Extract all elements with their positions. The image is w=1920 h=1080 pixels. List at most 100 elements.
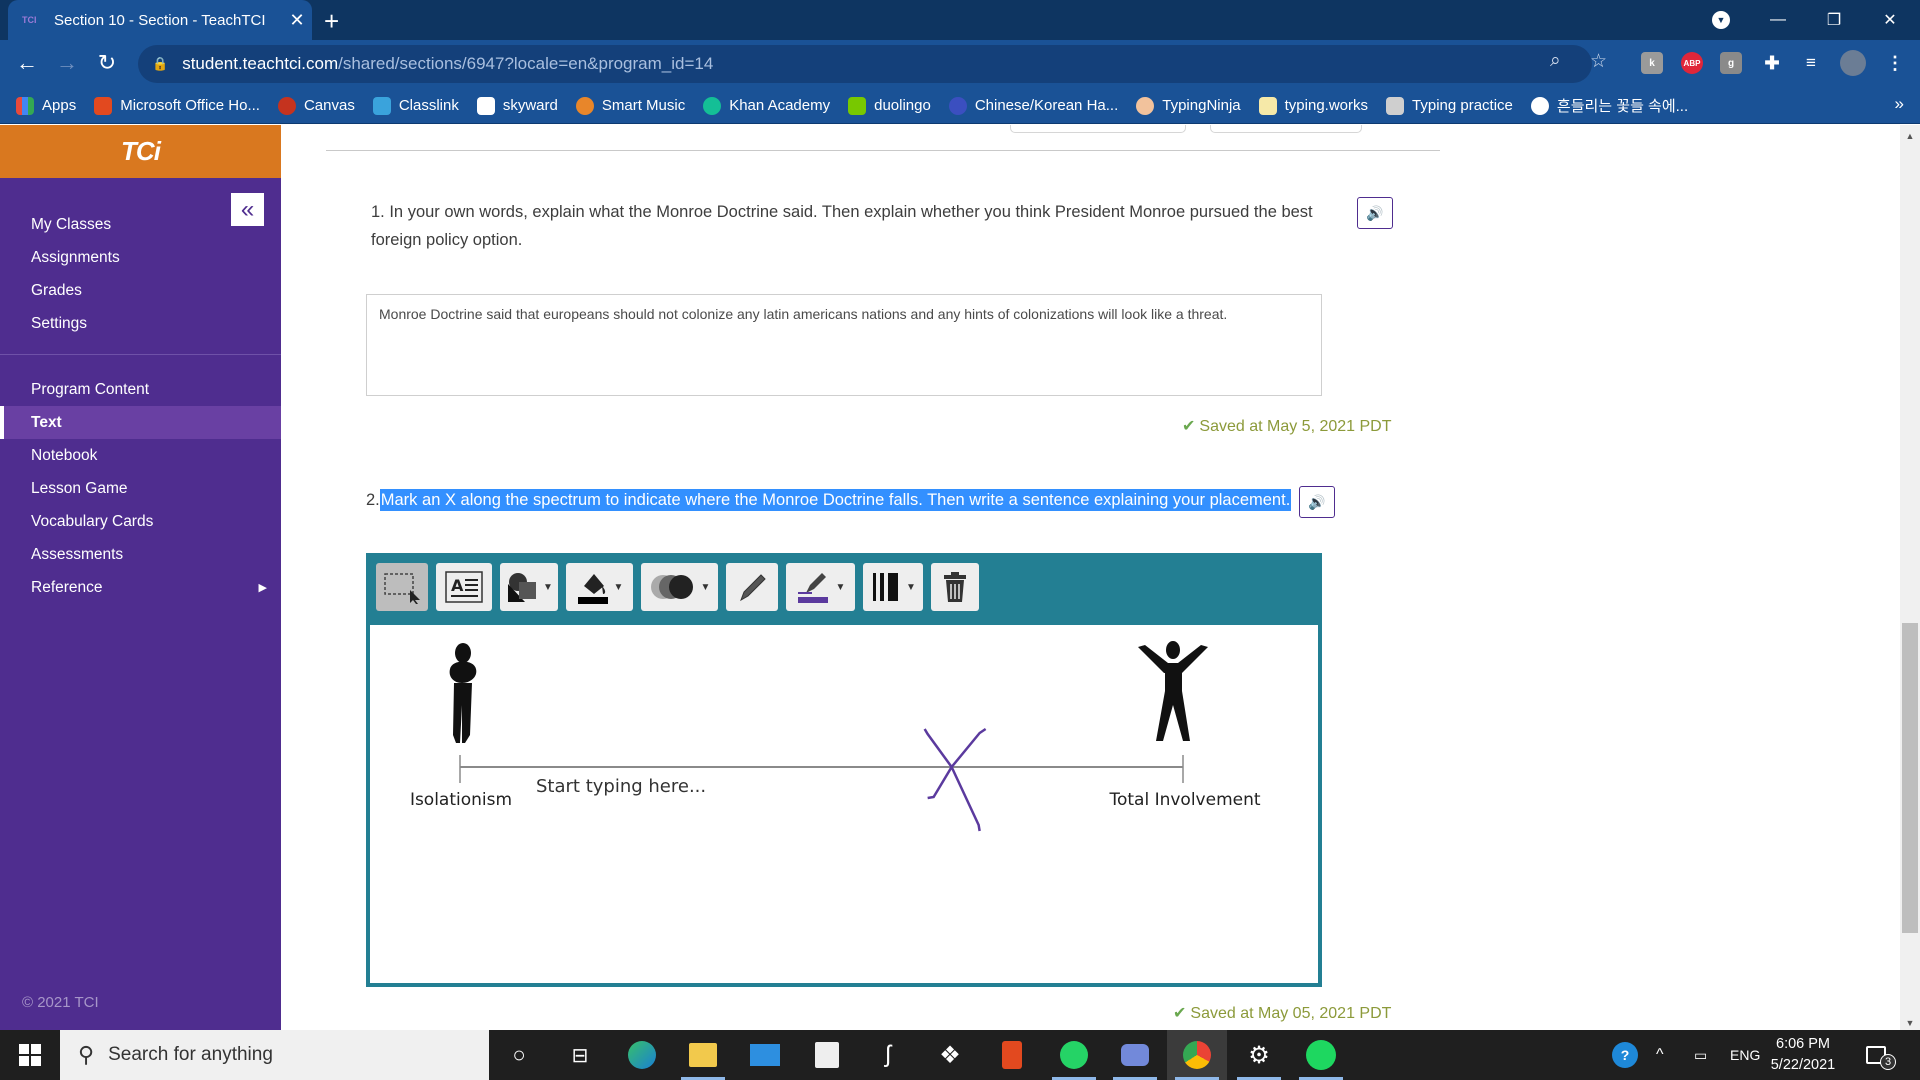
spotify-icon[interactable]: [1291, 1030, 1351, 1080]
sidebar-item-assessments[interactable]: Assessments: [0, 538, 281, 571]
back-icon[interactable]: ←: [12, 50, 42, 76]
stroke-width-tool-button[interactable]: ▼: [863, 563, 923, 611]
select-tool-button[interactable]: [376, 563, 428, 611]
battery-icon[interactable]: ▭: [1694, 1030, 1707, 1080]
scrollbar-thumb[interactable]: [1902, 623, 1918, 933]
text-tool-button[interactable]: A: [436, 563, 492, 611]
action-center-icon[interactable]: 3: [1866, 1030, 1896, 1080]
drawing-canvas[interactable]: Isolationism Total Involvement Start typ…: [370, 625, 1318, 983]
sidebar-item-program-content[interactable]: Program Content: [0, 373, 281, 406]
sidebar-item-settings[interactable]: Settings: [0, 307, 281, 340]
windows-start-icon[interactable]: [0, 1030, 60, 1080]
question-1-answer-field[interactable]: Monroe Doctrine said that europeans shou…: [366, 294, 1322, 396]
minimize-button[interactable]: —: [1750, 0, 1806, 40]
mail-icon[interactable]: [735, 1030, 795, 1080]
help-icon[interactable]: ?: [1612, 1030, 1638, 1080]
scroll-down-icon[interactable]: ▼: [1900, 1018, 1920, 1028]
bookmark-canvas[interactable]: Canvas: [277, 96, 355, 115]
bookmark-chinese-korean[interactable]: Chinese/Korean Ha...: [948, 96, 1118, 115]
bookmark-smartmusic[interactable]: Smart Music: [575, 96, 685, 115]
forward-icon[interactable]: →: [52, 50, 82, 76]
read-aloud-button-q2[interactable]: 🔊: [1299, 486, 1335, 518]
bookmark-duolingo[interactable]: duolingo: [848, 96, 931, 115]
new-tab-button[interactable]: +: [324, 6, 339, 37]
tab-search-icon[interactable]: ▼: [1712, 11, 1730, 29]
discord-icon[interactable]: [1105, 1030, 1165, 1080]
question-1-saved-status: ✔ Saved at May 5, 2021 PDT: [1182, 416, 1392, 436]
browser-tab[interactable]: TCI Section 10 - Section - TeachTCI ✕: [8, 0, 312, 40]
bookmark-typing-practice[interactable]: Typing practice: [1386, 96, 1513, 115]
sidebar-item-reference[interactable]: Reference ▶: [0, 571, 281, 604]
close-window-button[interactable]: ✕: [1862, 0, 1918, 40]
taskbar-search-box[interactable]: ⚲ Search for anything: [60, 1030, 489, 1080]
bookmark-star-icon[interactable]: ☆: [1590, 50, 1607, 73]
bookmark-apps[interactable]: Apps: [16, 96, 76, 115]
sidebar-item-my-classes[interactable]: My Classes: [0, 208, 281, 241]
settings-gear-icon[interactable]: ⚙: [1229, 1030, 1289, 1080]
dropbox-icon[interactable]: ❖: [920, 1030, 980, 1080]
adblock-icon[interactable]: ABP: [1681, 52, 1703, 74]
fill-color-tool-button[interactable]: ▼: [566, 563, 633, 611]
reload-icon[interactable]: ↻: [92, 50, 122, 76]
sidebar-item-vocabulary-cards[interactable]: Vocabulary Cards: [0, 505, 281, 538]
media-control-icon[interactable]: ≡: [1800, 52, 1822, 74]
profile-avatar[interactable]: [1840, 50, 1866, 76]
bookmark-office[interactable]: Microsoft Office Ho...: [94, 96, 260, 115]
show-hidden-icons-icon[interactable]: ^: [1656, 1030, 1664, 1080]
tci-logo[interactable]: TCi: [0, 125, 281, 178]
tab-close-icon[interactable]: ✕: [282, 10, 312, 31]
bookmarks-overflow-icon[interactable]: »: [1895, 94, 1904, 114]
question-2-saved-status: ✔ Saved at May 05, 2021 PDT: [1173, 1003, 1391, 1023]
scroll-up-icon[interactable]: ▲: [1900, 131, 1920, 141]
bookmark-typingninja[interactable]: TypingNinja: [1136, 96, 1241, 115]
edge-icon[interactable]: [612, 1030, 672, 1080]
isolationism-figure-icon: [449, 643, 477, 743]
sway-icon[interactable]: ʃ: [858, 1030, 918, 1080]
shapes-tool-button[interactable]: ▼: [500, 563, 558, 611]
windows-taskbar: ⚲ Search for anything ○ ⊟ ʃ ❖ ⚙ ? ^ ▭ EN…: [0, 1030, 1920, 1080]
page-scrollbar[interactable]: ▲ ▼: [1900, 125, 1920, 1030]
speaker-icon: 🔊: [1366, 204, 1384, 221]
extension-k-icon[interactable]: k: [1641, 52, 1663, 74]
pen-tool-button[interactable]: [726, 563, 778, 611]
sidebar-item-label: Reference: [31, 578, 103, 596]
address-bar[interactable]: 🔒 student.teachtci.com/shared/sections/6…: [138, 45, 1592, 83]
delete-tool-button[interactable]: [931, 563, 979, 611]
whatsapp-icon[interactable]: [1044, 1030, 1104, 1080]
taskbar-clock[interactable]: 6:06 PM 5/22/2021: [1758, 1034, 1848, 1076]
extension-g-icon[interactable]: g: [1720, 52, 1742, 74]
search-placeholder: Search for anything: [108, 1044, 273, 1065]
x-mark-stroke: [927, 727, 987, 800]
restore-button[interactable]: ❐: [1806, 0, 1862, 40]
header-button-partial[interactable]: [1010, 125, 1186, 133]
read-aloud-button-q1[interactable]: 🔊: [1357, 197, 1393, 229]
chinese-korean-icon: [948, 96, 967, 115]
x-mark-drawing[interactable]: [923, 727, 987, 832]
opacity-tool-button[interactable]: ▼: [641, 563, 718, 611]
sidebar-item-lesson-game[interactable]: Lesson Game: [0, 472, 281, 505]
total-involvement-figure-icon: [1138, 641, 1208, 741]
zoom-icon[interactable]: ⌕: [1550, 50, 1561, 72]
canvas-text-placeholder[interactable]: Start typing here...: [536, 776, 706, 797]
extensions-puzzle-icon[interactable]: ✚: [1761, 52, 1783, 74]
cortana-icon[interactable]: ○: [489, 1030, 549, 1080]
task-view-icon[interactable]: ⊟: [550, 1030, 610, 1080]
duolingo-icon: [848, 96, 867, 115]
menu-kebab-icon[interactable]: ⋮: [1884, 52, 1906, 74]
language-indicator[interactable]: ENG: [1730, 1030, 1760, 1080]
bookmark-korean-song[interactable]: 흔들리는 꽃들 속에...: [1530, 95, 1688, 116]
sidebar-item-assignments[interactable]: Assignments: [0, 241, 281, 274]
bookmark-typingworks[interactable]: typing.works: [1258, 96, 1368, 115]
stroke-color-tool-button[interactable]: ▼: [786, 563, 855, 611]
sidebar-item-grades[interactable]: Grades: [0, 274, 281, 307]
office-taskbar-icon[interactable]: [982, 1030, 1042, 1080]
bookmark-khan[interactable]: Khan Academy: [703, 96, 830, 115]
store-icon[interactable]: [797, 1030, 857, 1080]
sidebar-item-text[interactable]: Text: [0, 406, 281, 439]
header-button-partial[interactable]: [1210, 125, 1362, 133]
bookmark-classlink[interactable]: Classlink: [372, 96, 459, 115]
chrome-icon[interactable]: [1167, 1030, 1227, 1080]
sidebar-item-notebook[interactable]: Notebook: [0, 439, 281, 472]
bookmark-skyward[interactable]: skyward: [476, 96, 558, 115]
file-explorer-icon[interactable]: [673, 1030, 733, 1080]
